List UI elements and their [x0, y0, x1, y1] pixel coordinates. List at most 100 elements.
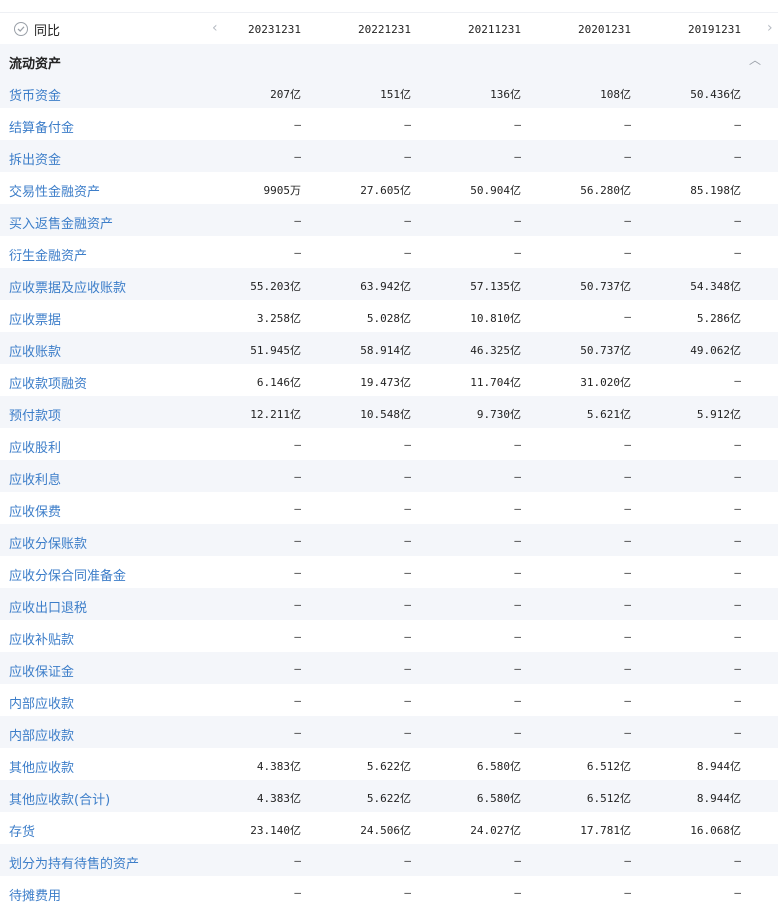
row-label[interactable]: 应收保费 [9, 501, 61, 520]
row-label[interactable]: 应收账款 [9, 341, 61, 360]
table-row: 划分为持有待售的资产 — — — — — [0, 844, 778, 876]
table-cell: 24.027亿 [470, 824, 521, 837]
row-label[interactable]: 应收股利 [9, 437, 61, 456]
row-label[interactable]: 衍生金融资产 [9, 245, 87, 264]
table-cell: — [624, 310, 631, 323]
row-label[interactable]: 划分为持有待售的资产 [9, 853, 139, 872]
table-cell: — [734, 118, 741, 131]
table-cell: — [734, 630, 741, 643]
row-label[interactable]: 应收票据及应收账款 [9, 277, 126, 296]
table-cell: 19.473亿 [360, 376, 411, 389]
row-label[interactable]: 应收利息 [9, 469, 61, 488]
table-cell: 5.286亿 [696, 312, 741, 325]
table-cell: — [514, 566, 521, 579]
row-label[interactable]: 存货 [9, 821, 35, 840]
table-cell: — [624, 598, 631, 611]
table-row: 买入返售金融资产 — — — — — [0, 204, 778, 236]
table-cell: — [624, 438, 631, 451]
table-cell: — [734, 886, 741, 899]
chevron-up-icon[interactable]: ︿ [749, 51, 761, 68]
row-label[interactable]: 应收分保合同准备金 [9, 565, 126, 584]
row-label[interactable]: 应收票据 [9, 309, 61, 328]
table-cell: — [404, 630, 411, 643]
table-cell: 5.622亿 [366, 792, 411, 805]
table-row: 拆出资金 — — — — — [0, 140, 778, 172]
table-row: 其他应收款(合计) 4.383亿 5.622亿 6.580亿 6.512亿 8.944亿 [0, 780, 778, 812]
row-label[interactable]: 应收保证金 [9, 661, 74, 680]
table-cell: — [404, 598, 411, 611]
table-cell: — [734, 470, 741, 483]
table-cell: — [514, 662, 521, 675]
row-label[interactable]: 交易性金融资产 [9, 181, 100, 200]
row-label[interactable]: 货币资金 [9, 85, 61, 104]
table-row: 货币资金 207亿 151亿 136亿 108亿 50.436亿 [0, 76, 778, 108]
table-cell: — [404, 246, 411, 259]
table-row: 应收款项融资 6.146亿 19.473亿 11.704亿 31.020亿 — [0, 364, 778, 396]
table-cell: — [404, 726, 411, 739]
table-cell: — [624, 246, 631, 259]
table-cell: — [514, 214, 521, 227]
table-cell: — [734, 374, 741, 387]
column-date: 20191231 [688, 23, 741, 36]
table-cell: 57.135亿 [470, 280, 521, 293]
row-label[interactable]: 其他应收款(合计) [9, 789, 110, 808]
table-cell: — [294, 118, 301, 131]
table-cell: — [734, 150, 741, 163]
table-cell: — [734, 726, 741, 739]
row-label[interactable]: 内部应收款 [9, 693, 74, 712]
table-cell: — [624, 662, 631, 675]
table-cell: — [294, 246, 301, 259]
table-cell: — [624, 502, 631, 515]
table-cell: 58.914亿 [360, 344, 411, 357]
table-cell: 6.146亿 [256, 376, 301, 389]
row-label[interactable]: 应收补贴款 [9, 629, 74, 648]
table-cell: 16.068亿 [690, 824, 741, 837]
row-label[interactable]: 结算备付金 [9, 117, 74, 136]
table-cell: 50.904亿 [470, 184, 521, 197]
table-cell: 151亿 [380, 88, 411, 101]
check-circle-icon [14, 22, 28, 36]
column-date: 20211231 [468, 23, 521, 36]
table-cell: — [404, 502, 411, 515]
chevron-right-icon[interactable]: › [767, 20, 773, 36]
column-date: 20231231 [248, 23, 301, 36]
table-cell: — [404, 534, 411, 547]
table-cell: 4.383亿 [256, 792, 301, 805]
table-cell: — [734, 502, 741, 515]
row-label[interactable]: 应收出口退税 [9, 597, 87, 616]
table-cell: — [294, 854, 301, 867]
row-label[interactable]: 预付款项 [9, 405, 61, 424]
row-label[interactable]: 其他应收款 [9, 757, 74, 776]
table-row: 应收分保合同准备金 — — — — — [0, 556, 778, 588]
table-cell: 31.020亿 [580, 376, 631, 389]
table-row: 应收出口退税 — — — — — [0, 588, 778, 620]
table-cell: — [294, 886, 301, 899]
table-cell: — [514, 534, 521, 547]
table-cell: 207亿 [270, 88, 301, 101]
section-title: 流动资产 [9, 57, 62, 72]
table-header: 同比 ‹ 20231231 20221231 20211231 20201231… [0, 12, 778, 45]
table-cell: — [294, 150, 301, 163]
table-row: 应收保证金 — — — — — [0, 652, 778, 684]
row-label[interactable]: 买入返售金融资产 [9, 213, 113, 232]
row-label[interactable]: 待摊费用 [9, 885, 61, 904]
table-cell: — [294, 598, 301, 611]
table-cell: — [514, 246, 521, 259]
table-cell: — [734, 214, 741, 227]
table-cell: — [624, 150, 631, 163]
table-cell: — [294, 534, 301, 547]
row-label[interactable]: 内部应收款 [9, 725, 74, 744]
column-date: 20221231 [358, 23, 411, 36]
table-cell: 8.944亿 [696, 792, 741, 805]
column-date: 20201231 [578, 23, 631, 36]
table-cell: — [404, 214, 411, 227]
table-cell: 56.280亿 [580, 184, 631, 197]
yoy-toggle[interactable]: 同比 [14, 20, 60, 39]
table-cell: 27.605亿 [360, 184, 411, 197]
row-label[interactable]: 应收款项融资 [9, 373, 87, 392]
row-label[interactable]: 应收分保账款 [9, 533, 87, 552]
table-cell: — [294, 694, 301, 707]
row-label[interactable]: 拆出资金 [9, 149, 61, 168]
section-current-assets[interactable]: 流动资产 ︿ [0, 44, 778, 76]
table-cell: — [404, 886, 411, 899]
